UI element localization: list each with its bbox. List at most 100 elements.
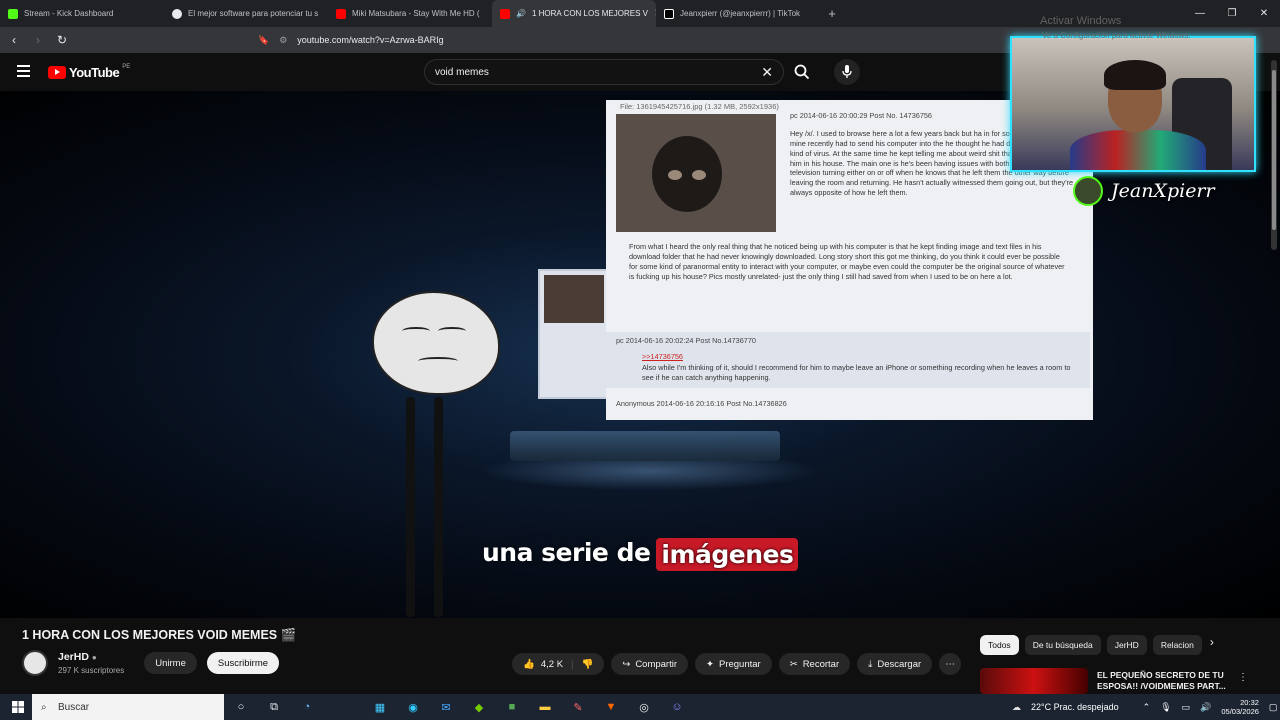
channel-name[interactable]: JerHD — [58, 651, 89, 663]
obs-icon[interactable]: ◎ — [635, 698, 653, 716]
video-subtitle: una serie de imágenes — [482, 538, 799, 571]
url-field[interactable]: 🔖 ⚙ youtube.com/watch?v=Azrwa-BARIg — [258, 30, 1008, 50]
verified-icon: ● — [91, 653, 97, 662]
subtitle-text: una serie de — [482, 538, 651, 567]
tab-label: Stream - Kick Dashboard — [24, 9, 114, 18]
file-explorer-icon[interactable]: ▬ — [536, 698, 554, 716]
youtube-favicon-icon — [500, 8, 510, 19]
dark-face-image — [652, 136, 722, 212]
video-title: 1 HORA CON LOS MEJORES VOID MEMES 🎬 — [22, 628, 297, 642]
task-view-icon[interactable]: ⧉ — [265, 698, 283, 716]
chip-all[interactable]: Todos — [980, 635, 1019, 655]
reply-post: pc 2014-06-16 20:02:24 Post No.14736770 … — [606, 332, 1090, 388]
search-input[interactable]: void memes ✕ — [424, 59, 784, 85]
video-info: 1 HORA CON LOS MEJORES VOID MEMES 🎬 JerH… — [0, 618, 980, 694]
download-button[interactable]: ⤓ Descargar — [857, 653, 933, 675]
share-button[interactable]: ↪ Compartir — [611, 653, 689, 675]
speaker-icon[interactable]: 🔊 — [516, 9, 526, 18]
share-label: Compartir — [635, 658, 678, 670]
streamer-badge: JeanXpierr — [1073, 176, 1215, 206]
nvidia-icon[interactable]: ◆ — [470, 698, 488, 716]
brave-icon[interactable]: ▼ — [602, 698, 620, 716]
youtube-wordmark: YouTube — [69, 65, 120, 80]
scissors-icon: ✂ — [789, 658, 798, 670]
shield-favicon-icon — [172, 8, 182, 19]
reply-quote-link: >>14736756 — [642, 352, 683, 361]
more-actions-button[interactable]: ⋯ — [939, 653, 962, 675]
browser-tab[interactable]: Stream - Kick Dashboard — [0, 0, 164, 27]
subscribe-button[interactable]: Suscribirme — [206, 652, 280, 674]
browser-tab[interactable]: Miki Matsubara - Stay With Me HD ( — [328, 0, 492, 27]
forward-icon[interactable]: › — [28, 33, 48, 47]
thumbs-down-icon[interactable]: 👎 — [582, 659, 594, 670]
kebab-menu-icon[interactable]: ⋮ — [1238, 672, 1248, 683]
restore-icon[interactable]: ❐ — [1216, 0, 1248, 27]
voice-search-button[interactable] — [834, 59, 860, 85]
app-icon[interactable]: ◔ — [298, 698, 316, 716]
channel-avatar[interactable] — [22, 650, 48, 676]
clear-search-icon[interactable]: ✕ — [761, 64, 773, 81]
reload-icon[interactable]: ↻ — [52, 33, 72, 47]
network-icon[interactable]: ▭ — [1182, 702, 1191, 713]
chip-channel[interactable]: JerHD — [1106, 635, 1147, 655]
ask-button[interactable]: ✦ Preguntar — [695, 653, 772, 675]
minimize-icon[interactable]: — — [1184, 0, 1216, 27]
download-icon: ⤓ — [868, 658, 873, 670]
channel-meta: JerHD ● 297 K suscriptores — [58, 651, 124, 675]
reply-header: pc 2014-06-16 20:02:24 Post No.14736770 — [616, 336, 756, 345]
search-icon — [794, 64, 810, 80]
recommended-title[interactable]: EL PEQUEÑO SECRETO DE TU ESPOSA!! /VOIDM… — [1097, 670, 1257, 692]
browser-tab[interactable]: Jeanxpierr (@jeanxpierrr) | TikTok — [656, 0, 820, 27]
windows-activation-title: Activar Windows — [1040, 15, 1122, 27]
start-button[interactable] — [0, 701, 36, 713]
join-button[interactable]: Unirme — [144, 652, 197, 674]
edge-icon[interactable]: ◉ — [404, 698, 422, 716]
recommended-video[interactable]: EL PEQUEÑO SECRETO DE TU ESPOSA!! /VOIDM… — [980, 668, 1280, 694]
weather-icon: ☁ — [1012, 701, 1021, 712]
youtube-play-icon — [48, 66, 66, 79]
clock-time: 20:32 — [1240, 698, 1259, 707]
chip-from-search[interactable]: De tu búsqueda — [1024, 635, 1101, 655]
like-button[interactable]: 👍 4,2 K | 👎 — [512, 653, 605, 675]
subscriber-count: 297 K suscriptores — [58, 666, 125, 675]
chevron-right-icon[interactable]: › — [1210, 635, 1214, 655]
search-button[interactable] — [786, 59, 818, 85]
browser-tab[interactable]: El mejor software para potenciar tu s — [164, 0, 328, 27]
search-query[interactable]: void memes — [435, 67, 489, 78]
mic-tray-icon[interactable]: 🎙 — [1160, 702, 1171, 713]
streamer-avatar — [1073, 176, 1103, 206]
more-icon: ⋯ — [945, 658, 955, 670]
minecraft-icon[interactable]: ■ — [503, 698, 521, 716]
taskbar-search[interactable]: ⌕ Buscar — [32, 694, 224, 720]
channel-row: JerHD ● 297 K suscriptores Unirme Suscri… — [22, 650, 280, 676]
close-window-icon[interactable]: ✕ — [1248, 0, 1280, 27]
clip-button[interactable]: ✂ Recortar — [778, 653, 851, 675]
volume-icon[interactable]: 🔊 — [1200, 702, 1211, 713]
menu-icon[interactable] — [17, 65, 30, 77]
chip-related[interactable]: Relacion — [1152, 635, 1202, 655]
weather-text[interactable]: 22°C Prac. despejado — [1031, 702, 1119, 712]
tab-label: 1 HORA CON LOS MEJORES V — [531, 9, 648, 18]
anon-post-header: Anonymous 2014-06-16 20:16:16 Post No.14… — [616, 399, 787, 408]
site-info-icon[interactable]: ⚙ — [279, 35, 287, 46]
bookmark-icon[interactable]: 🔖 — [258, 35, 269, 46]
country-code: PE — [122, 63, 131, 70]
app-icon[interactable]: ✎ — [569, 698, 587, 716]
page-scrollbar[interactable] — [1271, 60, 1277, 250]
notifications-icon[interactable]: ▢ — [1269, 702, 1278, 713]
tray-chevron-icon[interactable]: ⌃ — [1143, 702, 1151, 713]
new-tab-button[interactable]: + — [820, 6, 844, 21]
cortana-icon[interactable]: ○ — [232, 698, 250, 716]
url-text[interactable]: youtube.com/watch?v=Azrwa-BARIg — [297, 35, 443, 45]
discord-icon[interactable]: ☺ — [668, 698, 686, 716]
youtube-logo[interactable]: YouTube PE — [48, 63, 131, 80]
browser-tab-active[interactable]: 🔊1 HORA CON LOS MEJORES V✕ — [492, 0, 656, 27]
clock[interactable]: 20:32 05/03/2026 — [1221, 698, 1259, 716]
store-icon[interactable]: ▦ — [371, 698, 389, 716]
taskbar-search-placeholder: Buscar — [58, 701, 90, 713]
video-thumbnail[interactable] — [980, 668, 1088, 694]
back-icon[interactable]: ‹ — [4, 33, 24, 47]
subtitle-highlight: imágenes — [656, 538, 799, 571]
mail-icon[interactable]: ✉ — [437, 698, 455, 716]
kick-favicon-icon — [8, 8, 18, 19]
